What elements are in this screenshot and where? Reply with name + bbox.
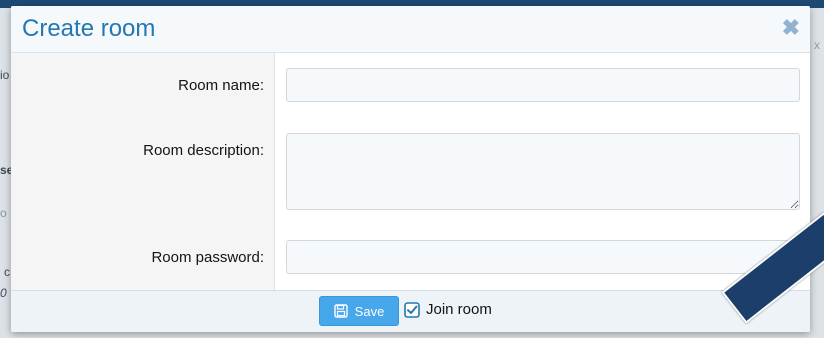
dialog-footer: Save Join room [11,290,810,332]
create-room-dialog: Create room ✖ Room name: Room descriptio… [11,6,810,332]
room-description-textarea[interactable] [286,133,800,210]
room-description-label: Room description: [143,142,264,159]
join-room-toggle[interactable]: Join room [404,301,492,318]
close-icon[interactable]: ✖ [782,16,800,40]
background-text-fragment: io [0,68,10,82]
room-name-input[interactable] [286,68,800,102]
save-button[interactable]: Save [319,296,399,326]
join-room-label: Join room [426,301,492,318]
checkbox-checked-icon[interactable] [404,301,420,318]
background-text-fragment: 0 [0,286,7,300]
room-password-input[interactable] [286,240,800,274]
dialog-header: Create room ✖ [11,6,810,53]
background-text-fragment: c [4,265,10,279]
save-icon [333,304,348,318]
room-password-label: Room password: [151,249,264,266]
background-close-icon: x [814,38,820,52]
background-text-fragment: o [0,206,7,220]
room-name-label: Room name: [178,77,264,94]
save-button-label: Save [354,303,385,319]
dialog-title: Create room [22,15,156,42]
dialog-body: Room name: Room description: Room passwo… [11,53,810,290]
label-column: Room name: Room description: Room passwo… [11,53,275,290]
input-column [275,53,810,290]
